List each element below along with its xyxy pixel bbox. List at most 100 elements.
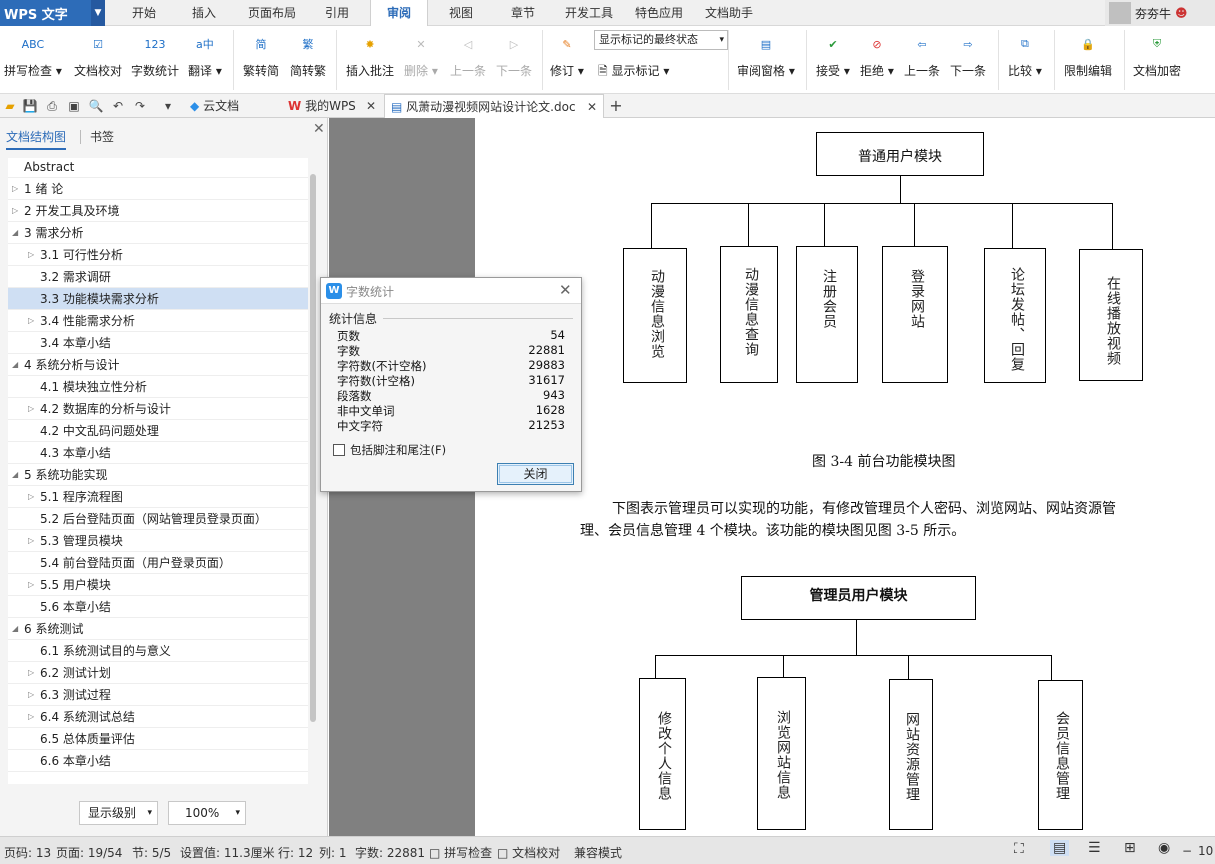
expand-icon[interactable]: ▷ bbox=[28, 706, 38, 728]
toc-item[interactable]: ▷ 6.2 测试计划 bbox=[8, 662, 308, 684]
toc-item[interactable]: ▷ 3.4 性能需求分析 bbox=[8, 310, 308, 332]
chevron-down-icon[interactable]: ▼ bbox=[91, 0, 105, 26]
expand-icon[interactable]: ▷ bbox=[28, 684, 38, 706]
toc-item[interactable]: 6.1 系统测试目的与意义 bbox=[8, 640, 308, 662]
tab-features[interactable]: 特色应用 bbox=[628, 0, 690, 26]
show-markup-button[interactable]: 🗎 显示标记 ▾ bbox=[598, 62, 669, 83]
toc-item[interactable]: 6.6 本章小结 bbox=[8, 750, 308, 772]
close-icon[interactable]: ✕ bbox=[587, 95, 597, 119]
undo-icon[interactable]: ↶ bbox=[110, 98, 126, 114]
expand-icon[interactable]: ▷ bbox=[28, 310, 38, 332]
checkbox[interactable] bbox=[333, 444, 345, 456]
tab-bookmarks[interactable]: 书签 bbox=[90, 128, 114, 145]
document-page[interactable]: 普通用户模块 动漫信息浏览 动漫信息查询 注册会员 登录网站 论坛发帖、回复 在… bbox=[475, 118, 1215, 836]
close-icon[interactable]: ✕ bbox=[559, 281, 572, 299]
new-tab-icon[interactable]: + bbox=[608, 98, 624, 114]
collapse-icon[interactable]: ◢ bbox=[12, 222, 22, 244]
toc-item[interactable]: ◢ 3 需求分析 bbox=[8, 222, 308, 244]
toc-item[interactable]: ◢ 5 系统功能实现 bbox=[8, 464, 308, 486]
tab-doc-assistant[interactable]: 文档助手 bbox=[698, 0, 760, 26]
eye-icon[interactable]: ◉ bbox=[1158, 840, 1170, 856]
markup-state-select[interactable]: 显示标记的最终状态 ▾ bbox=[594, 30, 728, 50]
prev-change-button[interactable]: ⇦ 上一条 bbox=[904, 30, 940, 79]
simp-to-trad-button[interactable]: 繁 简转繁 bbox=[290, 30, 326, 79]
restrict-edit-button[interactable]: 🔒 限制编辑 bbox=[1064, 30, 1112, 79]
toc-item[interactable]: ▷ 3.1 可行性分析 bbox=[8, 244, 308, 266]
toc-item[interactable]: ▷ 4.2 数据库的分析与设计 bbox=[8, 398, 308, 420]
toc-item[interactable]: ▷ 1 绪 论 bbox=[8, 178, 308, 200]
close-icon[interactable]: ✕ bbox=[366, 94, 376, 118]
zoom-out-icon[interactable]: − bbox=[1182, 844, 1192, 858]
collapse-icon[interactable]: ◢ bbox=[12, 354, 22, 376]
close-icon[interactable]: ✕ bbox=[313, 121, 325, 137]
reject-button[interactable]: ⊘ 拒绝 ▾ bbox=[860, 30, 894, 79]
user-account[interactable]: 夯夯牛 ☻ bbox=[1105, 0, 1215, 26]
toc-item[interactable]: Abstract bbox=[8, 158, 308, 178]
tab-review[interactable]: 审阅 bbox=[370, 0, 428, 26]
word-count-button[interactable]: 123 字数统计 bbox=[131, 30, 179, 79]
tab-chapter[interactable]: 章节 bbox=[500, 0, 546, 26]
expand-icon[interactable]: ▷ bbox=[12, 200, 22, 222]
save-icon[interactable]: 💾 bbox=[22, 98, 38, 114]
status-words[interactable]: 字数: 22881 bbox=[355, 844, 425, 861]
toc-item[interactable]: ◢ 6 系统测试 bbox=[8, 618, 308, 640]
review-pane-button[interactable]: ▤ 审阅窗格 ▾ bbox=[737, 30, 795, 79]
wps-app-menu-button[interactable]: WPS 文字 ▼ bbox=[0, 0, 105, 26]
skin-icon[interactable]: ☻ bbox=[1175, 6, 1188, 20]
toc-scrollbar[interactable] bbox=[310, 174, 316, 722]
toc-item[interactable]: 3.3 功能模块需求分析 bbox=[8, 288, 308, 310]
display-level-dropdown[interactable]: 显示级别 ▾ bbox=[79, 801, 158, 825]
doc-proof-button[interactable]: ☑ 文档校对 bbox=[74, 30, 122, 79]
toc-item[interactable]: 5.6 本章小结 bbox=[8, 596, 308, 618]
web-view-icon[interactable]: ⊞ bbox=[1124, 840, 1136, 856]
expand-icon[interactable]: ▷ bbox=[28, 530, 38, 552]
tab-view[interactable]: 视图 bbox=[436, 0, 486, 26]
toc-item[interactable]: ▷ 6.3 测试过程 bbox=[8, 684, 308, 706]
toc-item[interactable]: ▷ 6.4 系统测试总结 bbox=[8, 706, 308, 728]
tab-current-document[interactable]: ▤ 风萧动漫视频网站设计论文.doc ✕ bbox=[384, 94, 604, 118]
outline-view-icon[interactable]: ☰ bbox=[1088, 840, 1101, 856]
trad-to-simp-button[interactable]: 简 繁转简 bbox=[243, 30, 279, 79]
tab-my-wps[interactable]: W 我的WPS ✕ bbox=[282, 94, 382, 118]
next-comment-button[interactable]: ▷ 下一条 bbox=[496, 30, 532, 79]
toc-item[interactable]: ▷ 5.5 用户模块 bbox=[8, 574, 308, 596]
page-view-icon[interactable]: ▤ bbox=[1050, 840, 1070, 856]
next-change-button[interactable]: ⇨ 下一条 bbox=[950, 30, 986, 79]
toc-item[interactable]: 3.4 本章小结 bbox=[8, 332, 308, 354]
delete-comment-button[interactable]: ✕ 删除 ▾ bbox=[404, 30, 438, 79]
expand-icon[interactable]: ▷ bbox=[12, 178, 22, 200]
status-spell-check[interactable]: □ 拼写检查 bbox=[429, 844, 492, 861]
expand-icon[interactable]: ▷ bbox=[28, 244, 38, 266]
expand-icon[interactable]: ▷ bbox=[28, 486, 38, 508]
print-icon[interactable]: ▣ bbox=[66, 98, 82, 114]
toc-item[interactable]: 6.5 总体质量评估 bbox=[8, 728, 308, 750]
toc-item[interactable]: 4.1 模块独立性分析 bbox=[8, 376, 308, 398]
toc-item[interactable]: ▷ 5.1 程序流程图 bbox=[8, 486, 308, 508]
collapse-icon[interactable]: ◢ bbox=[12, 464, 22, 486]
spell-check-button[interactable]: ABC 拼写检查 ▾ bbox=[4, 30, 62, 79]
zoom-dropdown[interactable]: 100% ▾ bbox=[168, 801, 246, 825]
toc-item[interactable]: ▷ 5.3 管理员模块 bbox=[8, 530, 308, 552]
print-preview-icon[interactable]: ⎙ bbox=[44, 98, 60, 114]
status-doc-proof[interactable]: □ 文档校对 bbox=[497, 844, 560, 861]
open-folder-icon[interactable]: ▰ bbox=[2, 98, 18, 114]
tab-page-layout[interactable]: 页面布局 bbox=[240, 0, 304, 26]
compare-button[interactable]: ⧉ 比较 ▾ bbox=[1008, 30, 1042, 79]
preview-icon[interactable]: 🔍 bbox=[88, 98, 104, 114]
prev-comment-button[interactable]: ◁ 上一条 bbox=[450, 30, 486, 79]
toc-item[interactable]: 5.4 前台登陆页面（用户登录页面） bbox=[8, 552, 308, 574]
toc-item[interactable]: 3.2 需求调研 bbox=[8, 266, 308, 288]
toc-item[interactable]: 4.2 中文乱码问题处理 bbox=[8, 420, 308, 442]
insert-comment-button[interactable]: ✸ 插入批注 bbox=[346, 30, 394, 79]
tab-document-map[interactable]: 文档结构图 bbox=[6, 128, 67, 150]
toc-item[interactable]: 4.3 本章小结 bbox=[8, 442, 308, 464]
accept-button[interactable]: ✔ 接受 ▾ bbox=[816, 30, 850, 79]
redo-icon[interactable]: ↷ bbox=[132, 98, 148, 114]
toc-item[interactable]: 5.2 后台登陆页面（网站管理员登录页面） bbox=[8, 508, 308, 530]
translate-button[interactable]: a中 翻译 ▾ bbox=[188, 30, 222, 79]
tab-home[interactable]: 开始 bbox=[118, 0, 170, 26]
expand-icon[interactable]: ▷ bbox=[28, 574, 38, 596]
tab-reference[interactable]: 引用 bbox=[312, 0, 362, 26]
encrypt-button[interactable]: ⛨ 文档加密 bbox=[1133, 30, 1181, 79]
fullscreen-icon[interactable]: ⛶ bbox=[1014, 841, 1024, 857]
